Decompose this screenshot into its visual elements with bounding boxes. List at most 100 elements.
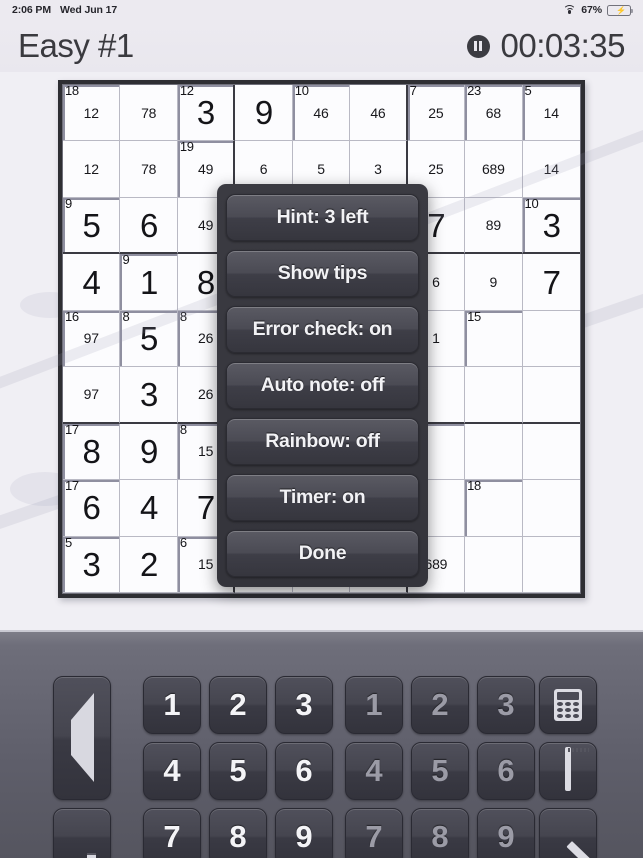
grid-cell[interactable]: 23 68 — [465, 83, 523, 142]
key-calculator[interactable] — [539, 676, 597, 734]
cell-value: 5 — [82, 206, 101, 244]
cell-value: 3 — [139, 375, 158, 413]
key-left-2[interactable]: 2 — [209, 676, 267, 734]
grid-cell[interactable]: 97 — [63, 367, 121, 424]
grid-cell[interactable]: 91 — [120, 252, 178, 311]
grid-cell[interactable] — [522, 423, 580, 481]
cell-notes: 78 — [141, 104, 157, 121]
status-bar-right: 67% ⚡ — [563, 4, 633, 16]
key-right-4[interactable]: 4 — [345, 742, 403, 800]
key-right-9[interactable]: 9 — [477, 808, 535, 858]
key-left-7[interactable]: 7 — [143, 808, 201, 858]
key-left-8[interactable]: 8 — [209, 808, 267, 858]
grid-cell[interactable] — [522, 310, 580, 368]
grid-cell[interactable]: 12 3 — [177, 83, 236, 142]
grid-cell[interactable] — [465, 423, 523, 481]
grid-cell[interactable]: 53 — [63, 535, 121, 593]
menu-button-hint[interactable]: Hint: 3 left — [226, 194, 419, 241]
key-back[interactable] — [53, 676, 111, 800]
grid-cell[interactable]: 4 — [63, 254, 121, 311]
cage-sum: 5 — [524, 83, 532, 98]
grid-cell[interactable]: 17 6 — [63, 478, 121, 537]
keypad-toolbar: 123456789 123456789 — [0, 630, 643, 858]
cell-value: 7 — [542, 263, 561, 301]
cage-sum: 10 — [524, 195, 539, 211]
grid-cell[interactable]: 17 8 — [63, 422, 121, 481]
menu-button-show-tips[interactable]: Show tips — [226, 250, 419, 297]
sudoku-app: 2:06 PM Wed Jun 17 67% ⚡ Easy #1 00:03:3… — [0, 0, 643, 858]
cell-notes: 25 — [428, 161, 444, 178]
grid-cell[interactable]: 18 12 — [63, 83, 121, 142]
timer-area: 00:03:35 — [466, 27, 626, 65]
menu-button-error-check[interactable]: Error check: on — [226, 306, 419, 353]
grid-cell[interactable]: 78 — [120, 141, 178, 198]
cage-sum: 23 — [467, 83, 481, 98]
cell-notes: 6 — [432, 274, 440, 291]
key-left-4[interactable]: 4 — [143, 742, 201, 800]
key-left-5[interactable]: 5 — [209, 742, 267, 800]
key-right-2[interactable]: 2 — [411, 676, 469, 734]
grid-cell[interactable]: 10 46 — [292, 83, 351, 142]
grid-cell[interactable]: 15 — [465, 309, 523, 368]
cell-notes: 26 — [198, 330, 214, 347]
key-right-1[interactable]: 1 — [345, 676, 403, 734]
key-right-7[interactable]: 7 — [345, 808, 403, 858]
cell-value: 3 — [542, 206, 561, 244]
status-bar: 2:06 PM Wed Jun 17 67% ⚡ — [0, 0, 643, 20]
grid-cell[interactable]: 5 14 — [522, 83, 580, 142]
grid-cell[interactable]: 689 — [465, 141, 523, 198]
grid-cell[interactable]: 7 25 — [407, 83, 466, 142]
key-left-1[interactable]: 1 — [143, 676, 201, 734]
grid-cell[interactable] — [522, 536, 580, 593]
key-notepad[interactable] — [539, 742, 597, 800]
menu-button-timer[interactable]: Timer: on — [226, 474, 419, 521]
grid-cell[interactable]: 7 — [522, 254, 580, 311]
pause-icon[interactable] — [466, 34, 490, 58]
cell-notes: 46 — [313, 104, 329, 121]
key-right-5[interactable]: 5 — [411, 742, 469, 800]
grid-cell[interactable]: 9 — [465, 254, 523, 311]
grid-cell[interactable]: 89 — [465, 197, 523, 255]
grid-cell[interactable]: 6 — [120, 197, 178, 255]
board-area: 18 12 78 12 3 9 10 46 46 7 25 23 68 5 14 12 78 19 49 6 5 3 25 6… — [0, 72, 643, 630]
timer-display: 00:03:35 — [500, 27, 626, 64]
cell-notes: 68 — [485, 104, 501, 121]
grid-cell[interactable]: 9 — [120, 423, 178, 481]
grid-cell[interactable]: 12 — [63, 141, 121, 198]
cage-sum: 17 — [65, 478, 79, 494]
options-popup-menu: Hint: 3 left Show tips Error check: on Auto… — [217, 184, 428, 587]
grid-cell[interactable] — [522, 367, 580, 424]
menu-button-done[interactable]: Done — [226, 530, 419, 577]
grid-cell[interactable] — [522, 480, 580, 537]
grid-cell[interactable]: 10 3 — [522, 195, 580, 255]
key-left-9[interactable]: 9 — [275, 808, 333, 858]
key-left-3[interactable]: 3 — [275, 676, 333, 734]
grid-cell[interactable]: 3 — [120, 367, 178, 424]
menu-button-rainbow[interactable]: Rainbow: off — [226, 418, 419, 465]
grid-cell[interactable]: 2 — [120, 536, 178, 593]
grid-cell[interactable] — [465, 367, 523, 424]
cage-sum: 9 — [65, 195, 72, 211]
grid-cell[interactable]: 16 97 — [63, 309, 121, 368]
key-pencil[interactable] — [539, 808, 597, 858]
cell-value: 2 — [139, 545, 158, 583]
grid-cell[interactable]: 18 — [465, 478, 523, 537]
key-right-3[interactable]: 3 — [477, 676, 535, 734]
grid-cell[interactable]: 14 — [522, 141, 580, 198]
key-right-8[interactable]: 8 — [411, 808, 469, 858]
battery-percent-label: 67% — [581, 4, 602, 16]
key-right-6[interactable]: 6 — [477, 742, 535, 800]
cell-notes: 46 — [370, 104, 386, 121]
cell-notes: 89 — [485, 217, 501, 234]
grid-cell[interactable]: 78 — [120, 85, 178, 142]
grid-cell[interactable]: 4 — [120, 480, 178, 537]
key-left-6[interactable]: 6 — [275, 742, 333, 800]
menu-button-auto-note[interactable]: Auto note: off — [226, 362, 419, 409]
cell-notes: 14 — [543, 104, 559, 121]
grid-cell[interactable]: 95 — [63, 195, 121, 255]
grid-cell[interactable] — [465, 536, 523, 593]
grid-cell[interactable]: 9 — [235, 85, 293, 142]
key-hint-bulb[interactable] — [53, 808, 111, 858]
grid-cell[interactable]: 46 — [350, 85, 408, 142]
grid-cell[interactable]: 85 — [120, 309, 178, 368]
